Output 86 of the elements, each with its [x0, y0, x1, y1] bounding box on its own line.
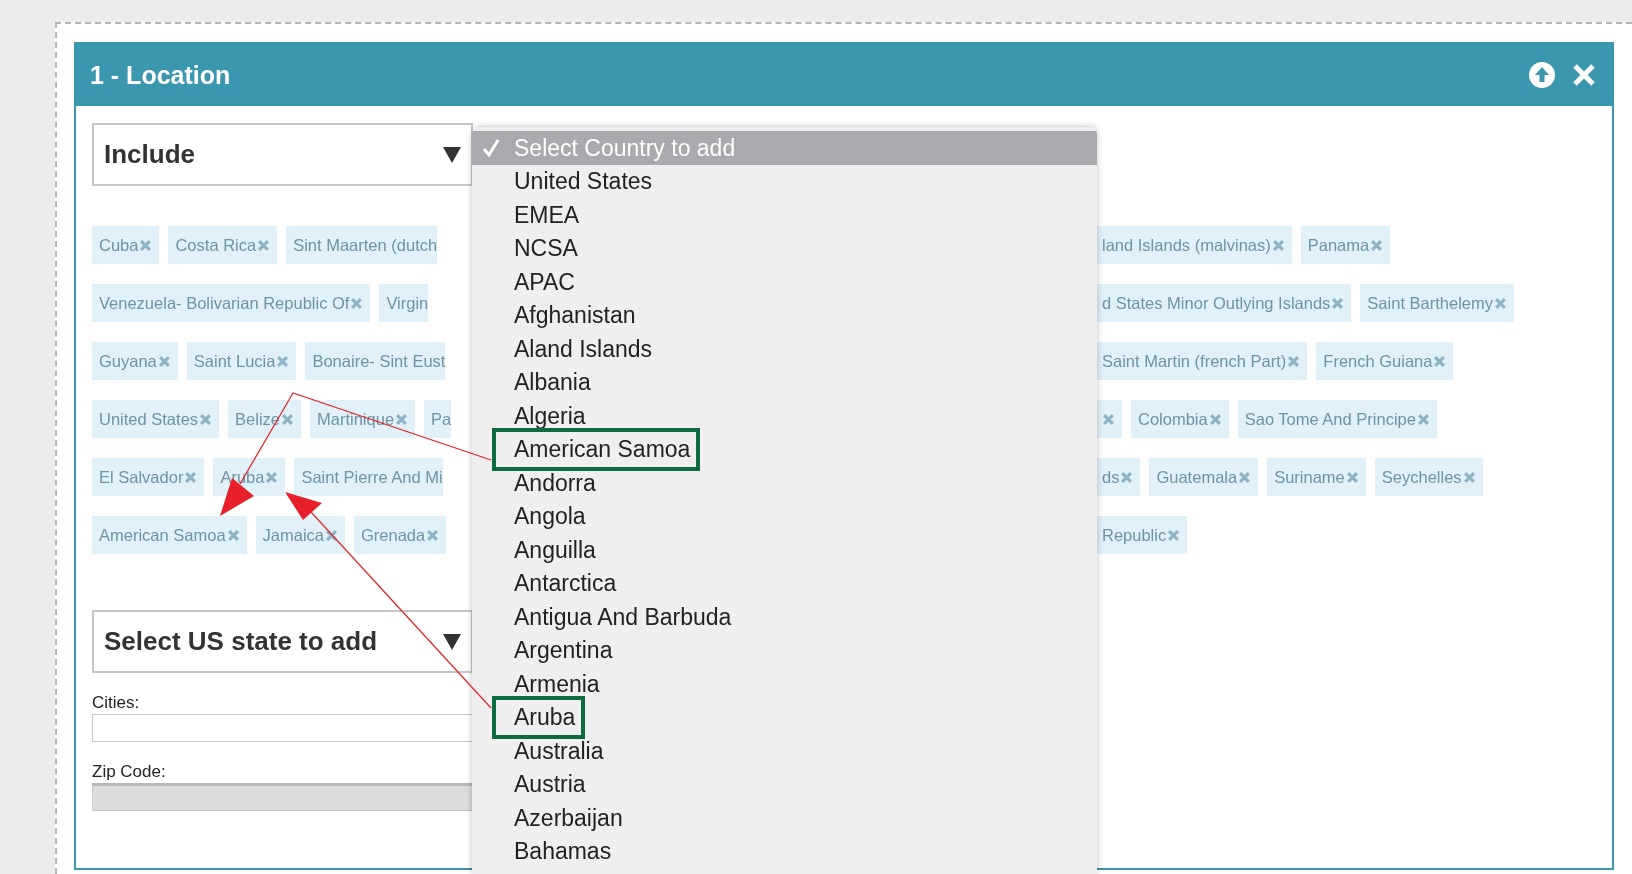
country-tag: Saint Martin (french Part) — [1095, 342, 1308, 380]
menu-item[interactable]: American Samoa — [472, 433, 1097, 467]
country-tag: Colombia — [1131, 400, 1229, 438]
country-tag: Virgin — [379, 284, 429, 322]
menu-item[interactable]: Armenia — [472, 667, 1097, 701]
close-icon[interactable] — [139, 238, 153, 252]
menu-item[interactable]: Anguilla — [472, 533, 1097, 567]
country-tag: Grenada — [354, 516, 447, 554]
menu-item[interactable]: Albania — [472, 366, 1097, 400]
country-tag: Cuba — [92, 226, 160, 264]
close-icon[interactable] — [1462, 470, 1476, 484]
close-icon[interactable] — [426, 528, 440, 542]
close-icon[interactable] — [325, 528, 338, 542]
country-tag: ds — [1095, 458, 1141, 496]
checkmark-icon — [482, 138, 500, 158]
country-tag: land Islands (malvinas) — [1095, 226, 1292, 264]
close-icon[interactable] — [1120, 470, 1134, 484]
country-tag: Sint Maarten (dutch — [286, 226, 438, 264]
cities-field[interactable] — [92, 714, 473, 742]
panel-title: 1 - Location — [90, 60, 232, 90]
menu-item[interactable]: Argentina — [472, 634, 1097, 668]
country-tag: Venezuela- Bolivarian Republic Of — [92, 284, 371, 322]
state-select[interactable]: Select US state to add — [92, 610, 473, 673]
caret-icon — [443, 146, 461, 163]
country-tag: Suriname — [1267, 458, 1366, 496]
close-icon[interactable] — [157, 354, 171, 368]
country-tag: Sao Tome And Principe — [1237, 400, 1437, 438]
close-icon[interactable] — [1287, 354, 1301, 368]
menu-item[interactable]: Austria — [472, 768, 1097, 802]
country-tag: Saint Pierre And Mi — [294, 458, 443, 496]
close-icon[interactable] — [1271, 238, 1285, 252]
menu-item[interactable]: Bahamas — [472, 835, 1097, 869]
menu-item[interactable]: Australia — [472, 734, 1097, 768]
menu-item[interactable]: Algeria — [472, 399, 1097, 433]
menu-item[interactable]: Antarctica — [472, 567, 1097, 601]
close-icon[interactable] — [199, 412, 213, 426]
menu-item[interactable]: Andorra — [472, 466, 1097, 500]
country-tag: French Guiana — [1316, 342, 1454, 380]
include-select[interactable]: Include — [92, 123, 473, 186]
close-icon[interactable] — [226, 528, 240, 542]
close-icon[interactable] — [276, 354, 290, 368]
zip-label: Zip Code: — [92, 762, 167, 782]
close-icon[interactable] — [1416, 412, 1430, 426]
country-tag: Pa — [424, 400, 452, 438]
close-icon[interactable] — [1494, 296, 1507, 310]
close-icon[interactable] — [184, 470, 198, 484]
country-tag: Guatemala — [1149, 458, 1259, 496]
menu-item[interactable]: United States — [472, 165, 1097, 199]
close-icon[interactable] — [1331, 296, 1345, 310]
country-tag: Saint Lucia — [186, 342, 297, 380]
menu-item[interactable]: EMEA — [472, 198, 1097, 232]
close-icon[interactable] — [1102, 412, 1115, 426]
close-icon[interactable] — [350, 296, 364, 310]
country-tag: d States Minor Outlying Islands — [1095, 284, 1352, 322]
country-tag: El Salvador — [92, 458, 205, 496]
country-tag: Seychelles — [1374, 458, 1483, 496]
close-icon[interactable] — [257, 238, 271, 252]
country-tag: Saint Barthelemy — [1360, 284, 1514, 322]
country-tag: Republic — [1095, 516, 1188, 554]
close-icon[interactable] — [1167, 528, 1181, 542]
country-tag: Bonaire- Sint Eust — [305, 342, 446, 380]
menu-item[interactable]: APAC — [472, 265, 1097, 299]
country-tag: Jamaica — [255, 516, 345, 554]
close-icon[interactable] — [395, 412, 409, 426]
menu-item[interactable]: Afghanistan — [472, 299, 1097, 333]
country-tag: American Samoa — [92, 516, 247, 554]
menu-item[interactable]: Antigua And Barbuda — [472, 600, 1097, 634]
menu-item[interactable]: Angola — [472, 500, 1097, 534]
menu-item[interactable]: Aland Islands — [472, 332, 1097, 366]
caret-icon — [443, 633, 461, 650]
menu-item[interactable]: Aruba — [472, 701, 1097, 735]
menu-item[interactable]: Azerbaijan — [472, 801, 1097, 835]
country-tag: Panama — [1300, 226, 1391, 264]
cities-label: Cities: — [92, 693, 141, 713]
country-tag: United States — [92, 400, 220, 438]
country-tag: Costa Rica — [168, 226, 278, 264]
menu-item[interactable]: NCSA — [472, 232, 1097, 266]
close-icon[interactable] — [1238, 470, 1252, 484]
close-icon[interactable] — [281, 412, 294, 426]
close-icon[interactable] — [265, 470, 279, 484]
close-icon[interactable] — [1370, 238, 1384, 252]
close-icon[interactable] — [1433, 354, 1447, 368]
close-icon[interactable] — [1208, 412, 1222, 426]
close-icon[interactable] — [1345, 470, 1359, 484]
country-tag: Belize — [228, 400, 301, 438]
country-tag: Guyana — [92, 342, 178, 380]
